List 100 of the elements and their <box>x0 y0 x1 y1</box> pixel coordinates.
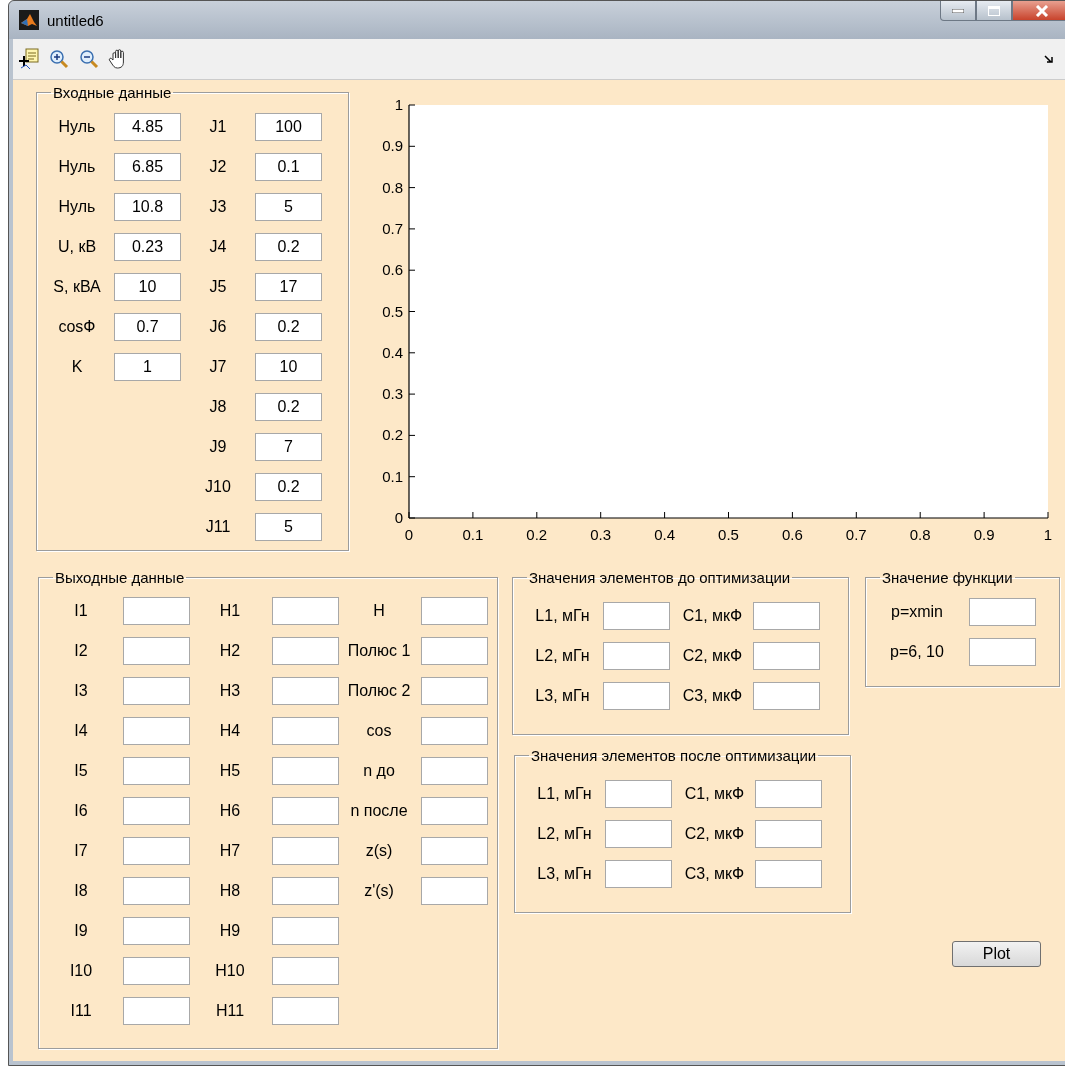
data-cursor-button[interactable] <box>17 46 41 72</box>
input-field[interactable] <box>421 877 488 905</box>
field-label: L3, мГн <box>536 865 593 883</box>
data-cursor-icon <box>18 48 40 70</box>
input-field[interactable]: 0.1 <box>255 153 322 181</box>
input-field[interactable] <box>603 642 670 670</box>
input-field[interactable] <box>123 797 190 825</box>
input-field[interactable]: 7 <box>255 433 322 461</box>
input-field[interactable] <box>421 677 488 705</box>
input-field[interactable] <box>123 757 190 785</box>
field-label: I3 <box>73 682 89 700</box>
input-field[interactable] <box>272 797 339 825</box>
input-field[interactable] <box>421 757 488 785</box>
input-field[interactable] <box>755 780 822 808</box>
input-field[interactable] <box>421 797 488 825</box>
panel-title: Значения элементов после оптимизации <box>530 747 818 764</box>
y-tick-label: 0 <box>394 509 403 526</box>
input-field[interactable] <box>123 597 190 625</box>
input-field[interactable] <box>755 820 822 848</box>
input-field[interactable] <box>753 682 820 710</box>
input-field[interactable]: 0.23 <box>114 233 181 261</box>
input-field[interactable] <box>755 860 822 888</box>
y-tick-label: 0.5 <box>382 302 403 320</box>
input-field[interactable] <box>272 877 339 905</box>
input-field[interactable] <box>605 860 672 888</box>
input-field[interactable] <box>272 757 339 785</box>
input-field[interactable] <box>603 602 670 630</box>
input-field[interactable] <box>421 717 488 745</box>
field-label: H2 <box>218 642 242 660</box>
field-label: p=xmin <box>890 603 944 621</box>
y-tick-label: 0.1 <box>382 467 403 485</box>
field-label: C2, мкФ <box>681 647 744 665</box>
input-field[interactable]: 0.7 <box>114 313 181 341</box>
input-field[interactable] <box>123 957 190 985</box>
field-label: z'(s) <box>363 882 395 900</box>
x-tick-label: 0.5 <box>718 526 739 543</box>
y-tick-label: 0.2 <box>382 426 403 444</box>
input-field[interactable]: 0.2 <box>255 473 322 501</box>
y-tick-label: 0.4 <box>382 343 403 361</box>
input-field[interactable] <box>603 682 670 710</box>
input-field[interactable] <box>123 637 190 665</box>
input-field[interactable] <box>753 642 820 670</box>
input-field[interactable] <box>753 602 820 630</box>
input-field[interactable] <box>272 717 339 745</box>
input-field[interactable] <box>272 997 339 1025</box>
input-field[interactable] <box>605 780 672 808</box>
field-label: I9 <box>73 922 89 940</box>
input-field[interactable]: 4.85 <box>114 113 181 141</box>
input-field[interactable] <box>272 637 339 665</box>
field-label: C3, мкФ <box>681 687 744 705</box>
input-field[interactable] <box>123 837 190 865</box>
input-field[interactable] <box>421 637 488 665</box>
field-label: H5 <box>218 762 242 780</box>
input-field[interactable] <box>421 837 488 865</box>
field-label: J7 <box>208 358 228 376</box>
zoom-out-icon <box>78 48 100 70</box>
x-tick-label: 0.6 <box>781 526 803 543</box>
input-field[interactable]: 10.8 <box>114 193 181 221</box>
field-label: H <box>372 602 386 620</box>
input-field[interactable] <box>123 717 190 745</box>
app-icon <box>19 10 39 30</box>
input-field[interactable]: 0.2 <box>255 393 322 421</box>
input-field[interactable] <box>123 677 190 705</box>
field-label: Полюс 2 <box>346 682 412 700</box>
input-field[interactable]: 0.2 <box>255 313 322 341</box>
zoom-in-icon <box>48 48 70 70</box>
input-field[interactable] <box>969 598 1036 626</box>
input-field[interactable] <box>421 597 488 625</box>
field-label: J2 <box>208 158 228 176</box>
input-field[interactable]: 10 <box>114 273 181 301</box>
input-field[interactable] <box>272 597 339 625</box>
x-tick-label: 0.2 <box>526 526 548 543</box>
input-field[interactable]: 5 <box>255 193 322 221</box>
input-field[interactable]: 1 <box>114 353 181 381</box>
input-field[interactable] <box>123 917 190 945</box>
plot-button[interactable]: Plot <box>952 941 1041 967</box>
maximize-button[interactable] <box>976 1 1012 21</box>
input-field[interactable]: 100 <box>255 113 322 141</box>
field-label: H11 <box>214 1002 246 1020</box>
input-field[interactable]: 0.2 <box>255 233 322 261</box>
maximize-icon <box>988 5 1000 16</box>
input-field[interactable] <box>272 917 339 945</box>
field-label: cos <box>365 722 393 740</box>
input-field[interactable]: 10 <box>255 353 322 381</box>
input-field[interactable] <box>123 877 190 905</box>
input-field[interactable] <box>123 997 190 1025</box>
field-label: I8 <box>73 882 89 900</box>
close-button[interactable] <box>1012 1 1065 21</box>
input-field[interactable]: 6.85 <box>114 153 181 181</box>
field-label: I2 <box>73 642 89 660</box>
dock-arrow-icon[interactable] <box>1044 54 1054 64</box>
input-field[interactable] <box>272 677 339 705</box>
input-field[interactable] <box>272 957 339 985</box>
input-field[interactable] <box>605 820 672 848</box>
input-field[interactable] <box>969 638 1036 666</box>
input-field[interactable]: 5 <box>255 513 322 541</box>
minimize-button[interactable] <box>940 1 976 21</box>
input-field[interactable] <box>272 837 339 865</box>
x-tick-label: 1 <box>1043 526 1053 543</box>
input-field[interactable]: 17 <box>255 273 322 301</box>
